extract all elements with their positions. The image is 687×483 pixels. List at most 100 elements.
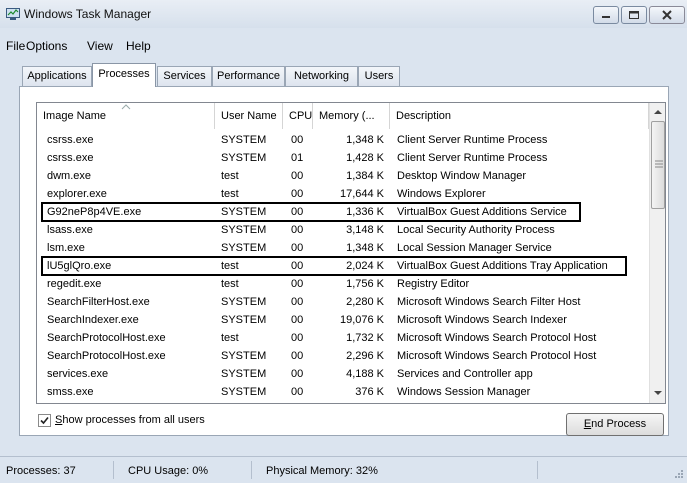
maximize-button[interactable] <box>621 6 647 24</box>
process-image-name: csrss.exe <box>47 152 94 164</box>
menu-help[interactable]: Help <box>126 39 151 53</box>
process-row[interactable]: csrss.exe SYSTEM 01 1,428 K Client Server Ru… <box>37 149 649 167</box>
process-row[interactable]: regedit.exe test 00 1,756 K Registry Editor <box>37 275 649 293</box>
process-cpu: 00 <box>291 170 304 182</box>
process-cpu: 00 <box>291 332 304 344</box>
show-all-users-label[interactable]: Show processes from all users <box>55 414 205 426</box>
process-memory: 2,024 K <box>346 260 384 272</box>
process-user-name: test <box>221 278 239 290</box>
process-row[interactable]: G92neP8p4VE.exe SYSTEM 00 1,336 K VirtualBox… <box>37 203 649 221</box>
tab-users[interactable]: Users <box>358 66 400 86</box>
process-row[interactable]: SearchProtocolHost.exe test 00 1,732 K Micro… <box>37 329 649 347</box>
process-row[interactable]: dwm.exe test 00 1,384 K Desktop Window Manag… <box>37 167 649 185</box>
process-image-name: lsm.exe <box>47 242 85 254</box>
process-row[interactable]: explorer.exe test 00 17,644 K Windows Explor… <box>37 185 649 203</box>
end-process-label: nd Process <box>591 418 647 430</box>
show-all-users-label-text: how processes from all users <box>62 414 205 426</box>
column-header-user-name[interactable]: User Name <box>215 103 283 129</box>
process-memory: 1,348 K <box>346 134 384 146</box>
process-description: Microsoft Windows Search Protocol Host <box>397 350 597 362</box>
status-processes: Processes: 37 <box>6 465 76 477</box>
tab-applications[interactable]: Applications <box>22 66 92 86</box>
process-row[interactable]: services.exe SYSTEM 00 4,188 K Services and … <box>37 365 649 383</box>
process-image-name: dwm.exe <box>47 170 92 182</box>
process-memory: 3,148 K <box>346 224 384 236</box>
show-all-users-checkbox[interactable] <box>38 414 51 427</box>
tab-processes[interactable]: Processes <box>92 63 156 87</box>
process-row[interactable]: SearchFilterHost.exe SYSTEM 00 2,280 K Micro… <box>37 293 649 311</box>
scroll-up-icon[interactable] <box>654 109 662 115</box>
process-user-name: SYSTEM <box>221 134 267 146</box>
process-image-name: smss.exe <box>47 386 94 398</box>
process-cpu: 01 <box>291 152 304 164</box>
process-image-name: SearchProtocolHost.exe <box>47 350 166 362</box>
process-description: Client Server Runtime Process <box>397 152 548 164</box>
resize-grip-icon[interactable] <box>672 469 684 481</box>
vertical-scrollbar[interactable] <box>649 103 665 403</box>
status-separator <box>113 461 114 479</box>
process-user-name: test <box>221 188 239 200</box>
sort-ascending-icon <box>121 104 131 110</box>
process-memory: 1,336 K <box>346 206 384 218</box>
menu-file[interactable]: File <box>6 39 25 53</box>
process-description: Registry Editor <box>397 278 470 290</box>
process-memory: 19,076 K <box>339 314 384 326</box>
tab-performance[interactable]: Performance <box>212 66 285 86</box>
process-description: VirtualBox Guest Additions Service <box>397 206 567 218</box>
menu-options[interactable]: Options <box>26 39 67 53</box>
column-header-description[interactable]: Description <box>390 103 649 129</box>
scroll-down-icon[interactable] <box>654 390 662 396</box>
process-list[interactable]: Image Name User Name CPU Memory (... Des… <box>36 102 666 404</box>
process-memory: 4,188 K <box>346 368 384 380</box>
process-row[interactable]: SearchProtocolHost.exe SYSTEM 00 2,296 K Mic… <box>37 347 649 365</box>
process-cpu: 00 <box>291 188 304 200</box>
process-image-name: SearchProtocolHost.exe <box>47 332 166 344</box>
title-bar[interactable]: Windows Task Manager <box>0 0 687 28</box>
process-image-name: SearchIndexer.exe <box>47 314 139 326</box>
process-user-name: test <box>221 170 239 182</box>
scrollbar-thumb[interactable] <box>651 121 665 209</box>
process-user-name: SYSTEM <box>221 368 267 380</box>
process-row[interactable]: lU5glQro.exe test 00 2,024 K VirtualBox Gues… <box>37 257 649 275</box>
process-user-name: SYSTEM <box>221 242 267 254</box>
process-description: Desktop Window Manager <box>397 170 527 182</box>
process-image-name: csrss.exe <box>47 134 94 146</box>
column-header-cpu[interactable]: CPU <box>283 103 313 129</box>
process-row[interactable]: lsass.exe SYSTEM 00 3,148 K Local Security A… <box>37 221 649 239</box>
tab-services[interactable]: Services <box>157 66 212 86</box>
task-manager-icon <box>6 8 20 20</box>
minimize-button[interactable] <box>593 6 619 24</box>
column-header-image-name[interactable]: Image Name <box>37 103 215 129</box>
column-header-memory[interactable]: Memory (... <box>313 103 390 129</box>
process-cpu: 00 <box>291 386 304 398</box>
task-manager-window: Windows Task Manager File Options View H… <box>0 0 687 483</box>
status-separator <box>251 461 252 479</box>
maximize-icon <box>629 11 639 19</box>
process-cpu: 00 <box>291 206 304 218</box>
process-row[interactable]: smss.exe SYSTEM 00 376 K Windows Session Man… <box>37 383 649 401</box>
process-user-name: SYSTEM <box>221 314 267 326</box>
process-description: Windows Explorer <box>397 188 486 200</box>
process-memory: 1,428 K <box>346 152 384 164</box>
menu-bar: File Options View Help <box>0 30 687 53</box>
process-description: Local Session Manager Service <box>397 242 552 254</box>
process-row[interactable]: csrss.exe SYSTEM 00 1,348 K Client Server Ru… <box>37 131 649 149</box>
process-memory: 1,756 K <box>346 278 384 290</box>
process-image-name: SearchFilterHost.exe <box>47 296 150 308</box>
tab-networking[interactable]: Networking <box>285 66 358 86</box>
menu-view[interactable]: View <box>87 39 113 53</box>
column-header-image-name-label: Image Name <box>43 110 106 122</box>
process-description: Microsoft Windows Search Filter Host <box>397 296 581 308</box>
process-user-name: SYSTEM <box>221 224 267 236</box>
end-process-button[interactable]: End Process <box>566 413 664 436</box>
process-row[interactable]: SearchIndexer.exe SYSTEM 00 19,076 K Microso… <box>37 311 649 329</box>
process-row[interactable]: lsm.exe SYSTEM 00 1,348 K Local Session Mana… <box>37 239 649 257</box>
checkmark-icon <box>40 416 49 425</box>
process-description: Windows Session Manager <box>397 386 531 398</box>
close-button[interactable] <box>649 6 685 24</box>
process-cpu: 00 <box>291 242 304 254</box>
process-description: Microsoft Windows Search Indexer <box>397 314 567 326</box>
process-description: Microsoft Windows Search Protocol Host <box>397 332 597 344</box>
process-cpu: 00 <box>291 224 304 236</box>
status-bar: Processes: 37 CPU Usage: 0% Physical Mem… <box>0 456 687 483</box>
